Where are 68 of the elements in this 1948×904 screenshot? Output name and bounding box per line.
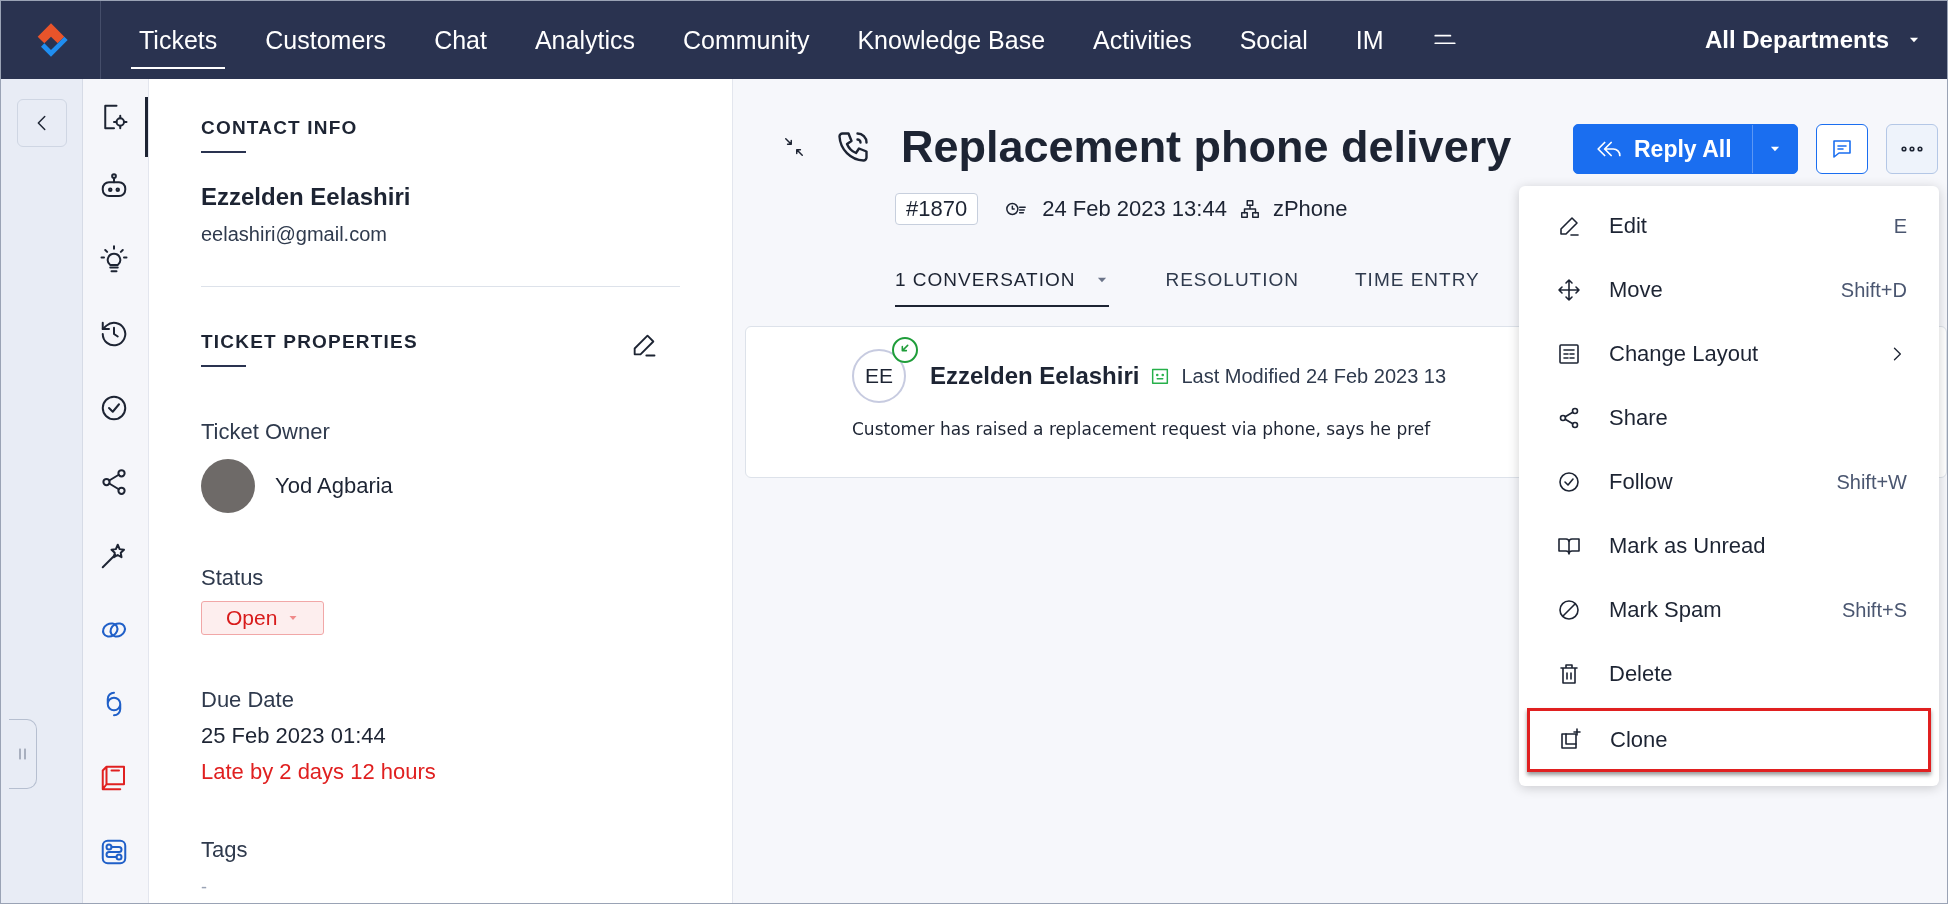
clone-icon: [1558, 728, 1582, 752]
menu-item[interactable]: Clone: [1527, 708, 1931, 772]
menu-item[interactable]: Delete: [1527, 642, 1931, 706]
nav-tab[interactable]: Activities: [1069, 1, 1216, 79]
dots-icon: [1900, 146, 1923, 152]
nav-tab[interactable]: Community: [659, 1, 834, 79]
initials-avatar: EE: [852, 349, 906, 403]
photo-placeholder: [201, 459, 255, 513]
message-text: Customer has raised a replacement request via phone, says he pref: [852, 419, 1432, 439]
menu-item[interactable]: Edit E: [1527, 194, 1931, 258]
department-name: zPhone: [1272, 196, 1348, 222]
department-dropdown[interactable]: All Departments: [1698, 25, 1927, 55]
menu-item[interactable]: Move Shift+D: [1527, 258, 1931, 322]
ticket-tab[interactable]: RESOLUTION: [1165, 269, 1299, 307]
flow-card-icon: [99, 837, 129, 867]
trash-icon: [1557, 662, 1581, 686]
shortcut-key: Shift+D: [1840, 278, 1907, 302]
layout-list-icon: [1557, 342, 1581, 366]
move-arrows-icon: [1557, 278, 1581, 302]
due-date: 25 Feb 2023 01:44: [201, 723, 387, 749]
nav-tab[interactable]: IM: [1331, 1, 1408, 79]
tags-value: -: [201, 877, 208, 898]
share-icon: [99, 467, 129, 497]
ticket-title: Replacement phone delivery: [901, 121, 1512, 173]
ticket-number: #1870: [895, 193, 979, 225]
phone-icon: [835, 129, 871, 165]
shortcut-key: E: [1893, 214, 1907, 238]
section-heading: TICKET PROPERTIES: [201, 331, 418, 353]
ticket-tab[interactable]: 1 CONVERSATION: [895, 269, 1110, 307]
status-dropdown[interactable]: Open: [201, 601, 325, 635]
field-label: Status: [201, 565, 265, 591]
owner-name: Yod Agbaria: [275, 473, 393, 499]
field-label: Due Date: [201, 687, 295, 713]
check-circle-icon: [99, 393, 129, 423]
share-icon: [1557, 406, 1581, 430]
nav-tab[interactable]: Analytics: [510, 1, 659, 79]
menu-item[interactable]: Mark Spam Shift+S: [1527, 578, 1931, 642]
modified-time: Last Modified 24 Feb 2023 13: [1181, 364, 1447, 388]
resize-handle[interactable]: [9, 719, 37, 789]
field-label: Ticket Owner: [201, 419, 331, 445]
menu-item[interactable]: Follow Shift+W: [1527, 450, 1931, 514]
contact-email: eelashiri@gmail.com: [201, 223, 388, 246]
nav-tab[interactable]: Tickets: [115, 1, 242, 79]
author-name: Ezzelden Eelashiri: [930, 362, 1140, 390]
history-icon: [99, 319, 129, 349]
ticket-tab[interactable]: TIME ENTRY: [1355, 269, 1480, 307]
menu-item[interactable]: Change Layout: [1527, 322, 1931, 386]
prohibited-icon: [1557, 598, 1581, 622]
more-options-button[interactable]: [1885, 124, 1938, 174]
section-heading: CONTACT INFO: [201, 117, 359, 139]
nav-tab[interactable]: Social: [1215, 1, 1332, 79]
check-circle-icon: [1557, 470, 1581, 494]
nav-tab[interactable]: Customers: [241, 1, 411, 79]
field-label: Tags: [201, 837, 249, 863]
contact-name: Ezzelden Eelashiri: [201, 183, 412, 211]
menu-item[interactable]: Mark as Unread: [1527, 514, 1931, 578]
nav-tab[interactable]: Chat: [410, 1, 511, 79]
overdue-note: Late by 2 days 12 hours: [201, 759, 437, 785]
collapse-arrows-icon[interactable]: [783, 136, 805, 158]
menu-item[interactable]: Share: [1527, 386, 1931, 450]
comment-button[interactable]: [1815, 124, 1868, 174]
lightbulb-icon: [99, 245, 129, 275]
department-icon: [1238, 198, 1261, 220]
created-date: 24 Feb 2023 13:44: [1042, 196, 1227, 222]
shortcut-key: Shift+S: [1841, 598, 1907, 622]
pencil-icon: [1557, 214, 1581, 238]
shortcut-key: Shift+W: [1836, 470, 1907, 494]
nav-tab[interactable]: Knowledge Base: [833, 1, 1070, 79]
